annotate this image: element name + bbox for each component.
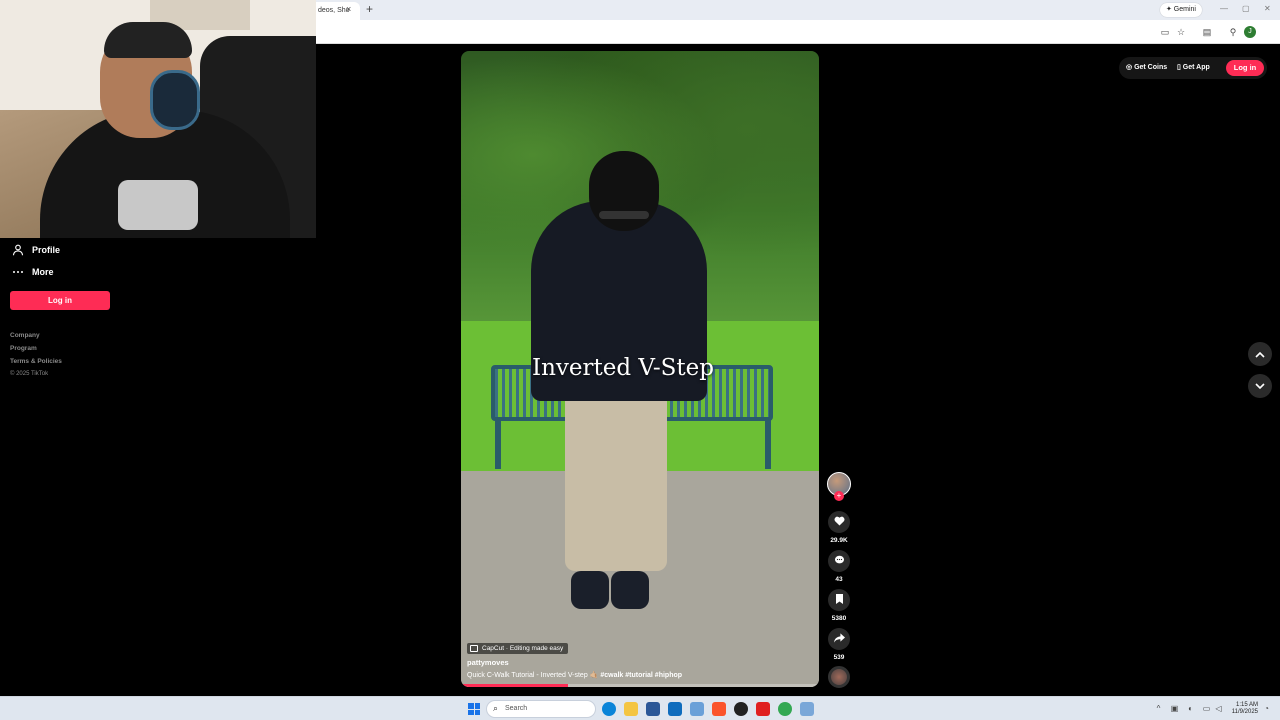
save-count: 5380 <box>831 615 847 622</box>
notification-bell-icon[interactable]: ◔ <box>1262 704 1271 713</box>
reading-list-icon[interactable]: ▤ <box>1200 25 1214 39</box>
video-dancer-shoe <box>571 571 609 609</box>
taskbar-clock[interactable]: 1:15 AM 11/9/2025 <box>1224 702 1258 716</box>
get-coins-label: Get Coins <box>1134 64 1168 71</box>
video-dancer-head <box>589 151 659 231</box>
outlook-app-icon[interactable] <box>668 702 682 716</box>
headset-icon <box>150 70 200 130</box>
obs-app-icon[interactable] <box>734 702 748 716</box>
follow-plus-icon[interactable]: + <box>834 491 844 501</box>
video-author[interactable]: pattymoves <box>467 658 509 667</box>
header-login-button[interactable]: Log in <box>1226 60 1264 76</box>
tray-chevron-icon[interactable]: ^ <box>1154 704 1163 713</box>
network-icon[interactable]: ▭ <box>1202 704 1211 713</box>
browser-tab-strip: deos, Sho <box>316 0 1280 20</box>
heart-icon <box>834 513 845 531</box>
brave-app-icon[interactable] <box>712 702 726 716</box>
get-app-label: Get App <box>1182 64 1210 71</box>
bookmark-icon <box>835 591 844 609</box>
store-app-icon[interactable] <box>646 702 660 716</box>
like-count: 29.9K <box>830 537 848 544</box>
browser-tab[interactable]: deos, Sho <box>316 2 360 20</box>
more-dots-icon <box>10 264 26 280</box>
file-explorer-icon[interactable] <box>624 702 638 716</box>
capcut-badge[interactable]: CapCut · Editing made easy <box>467 643 569 654</box>
get-app-button[interactable]: ▯ Get App <box>1177 57 1210 79</box>
app-icon[interactable] <box>800 702 814 716</box>
close-window-button[interactable]: ✕ <box>1264 4 1271 13</box>
browser-profile-avatar[interactable]: J <box>1244 26 1256 38</box>
taskbar-search[interactable]: ⌕ Search <box>486 700 596 718</box>
sidebar: Profile More Log in Company Program Term… <box>0 238 316 696</box>
share-count: 539 <box>833 654 845 661</box>
sidebar-item-profile[interactable]: Profile <box>10 241 60 259</box>
chrome-app-icon[interactable] <box>778 702 792 716</box>
webcam-overlay <box>0 0 316 238</box>
caption-text: Quick C-Walk Tutorial - Inverted V-step … <box>467 672 599 679</box>
windows-start-icon[interactable] <box>468 703 480 715</box>
coin-icon: ◎ <box>1126 64 1135 71</box>
cam-hoodie-print <box>118 180 198 230</box>
video-progress-bar[interactable] <box>461 684 819 687</box>
tray-app-icon[interactable]: ▣ <box>1170 704 1179 713</box>
video-progress-fill <box>461 684 569 687</box>
volume-icon[interactable]: ◁ <box>1214 704 1223 713</box>
next-video-button[interactable] <box>1248 374 1272 398</box>
previous-video-button[interactable] <box>1248 342 1272 366</box>
share-button[interactable] <box>828 628 850 650</box>
music-disc-icon[interactable] <box>828 666 850 688</box>
capcut-label: CapCut · Editing made easy <box>482 645 564 652</box>
video-player[interactable]: Inverted V-Step CapCut · Editing made ea… <box>461 51 819 687</box>
taskbar-time: 1:15 AM <box>1235 702 1258 708</box>
taskbar-date: 11/9/2025 <box>1231 709 1258 715</box>
comment-bubble-icon <box>834 552 845 570</box>
person-icon <box>10 242 26 258</box>
sidebar-item-label: More <box>32 267 54 277</box>
search-icon: ⌕ <box>493 703 499 713</box>
video-caption: Quick C-Walk Tutorial - Inverted V-step … <box>467 671 682 679</box>
extensions-icon[interactable]: ⚲ <box>1226 25 1240 39</box>
footer-link-terms[interactable]: Terms & Policies <box>10 358 62 365</box>
edge-app-icon[interactable] <box>602 702 616 716</box>
sidebar-item-more[interactable]: More <box>10 263 54 281</box>
screen: deos, Sho × + ✦ Gemini — ▢ ✕ ▭ ☆ ▤ ⚲ J P… <box>0 0 1280 720</box>
get-coins-button[interactable]: ◎ Get Coins <box>1126 57 1167 79</box>
header-actions: ◎ Get Coins ▯ Get App Log in <box>1119 57 1267 79</box>
video-dancer-pants <box>565 371 667 571</box>
sidebar-item-label: Profile <box>32 245 61 255</box>
video-dancer-shoe <box>611 571 649 609</box>
video-bench-leg <box>495 417 501 469</box>
tray-app-icon[interactable]: ◐ <box>1186 704 1195 713</box>
taskbar-search-label: Search <box>505 705 528 712</box>
cam-person-hair <box>104 22 192 58</box>
save-button[interactable] <box>828 589 850 611</box>
tab-close-button[interactable]: × <box>346 4 351 14</box>
video-overlay-text: Inverted V-Step <box>532 355 714 381</box>
gemini-button[interactable]: ✦ Gemini <box>1160 3 1202 17</box>
browser-toolbar: ▭ ☆ ▤ ⚲ J <box>316 20 1280 44</box>
video-bench-leg <box>765 417 771 469</box>
video-dancer-glasses <box>599 211 649 219</box>
share-arrow-icon <box>833 630 845 648</box>
app-icon[interactable] <box>756 702 770 716</box>
copyright-text: © 2025 TikTok <box>10 371 49 377</box>
comment-count: 43 <box>835 576 843 583</box>
windows-taskbar: ⌕ Search ^ ▣ ◐ ▭ ◁ 1:15 AM 11/9/2025 ◔ <box>0 696 1280 720</box>
capcut-icon <box>470 645 478 652</box>
tab-title: deos, Sho <box>318 7 350 14</box>
sidebar-login-button[interactable]: Log in <box>10 291 110 310</box>
new-tab-button[interactable]: + <box>366 2 373 16</box>
maximize-button[interactable]: ▢ <box>1242 4 1250 13</box>
footer-link-company[interactable]: Company <box>10 332 40 339</box>
cast-icon[interactable]: ▭ <box>1158 25 1172 39</box>
comment-button[interactable] <box>828 550 850 572</box>
chevron-up-icon <box>1255 345 1265 363</box>
app-icon[interactable] <box>690 702 704 716</box>
bookmark-star-icon[interactable]: ☆ <box>1174 25 1188 39</box>
caption-hashtags[interactable]: #cwalk #tutorial #hiphop <box>600 672 682 679</box>
like-button[interactable] <box>828 511 850 533</box>
minimize-button[interactable]: — <box>1220 4 1228 13</box>
chevron-down-icon <box>1255 377 1265 395</box>
footer-link-program[interactable]: Program <box>10 345 37 352</box>
